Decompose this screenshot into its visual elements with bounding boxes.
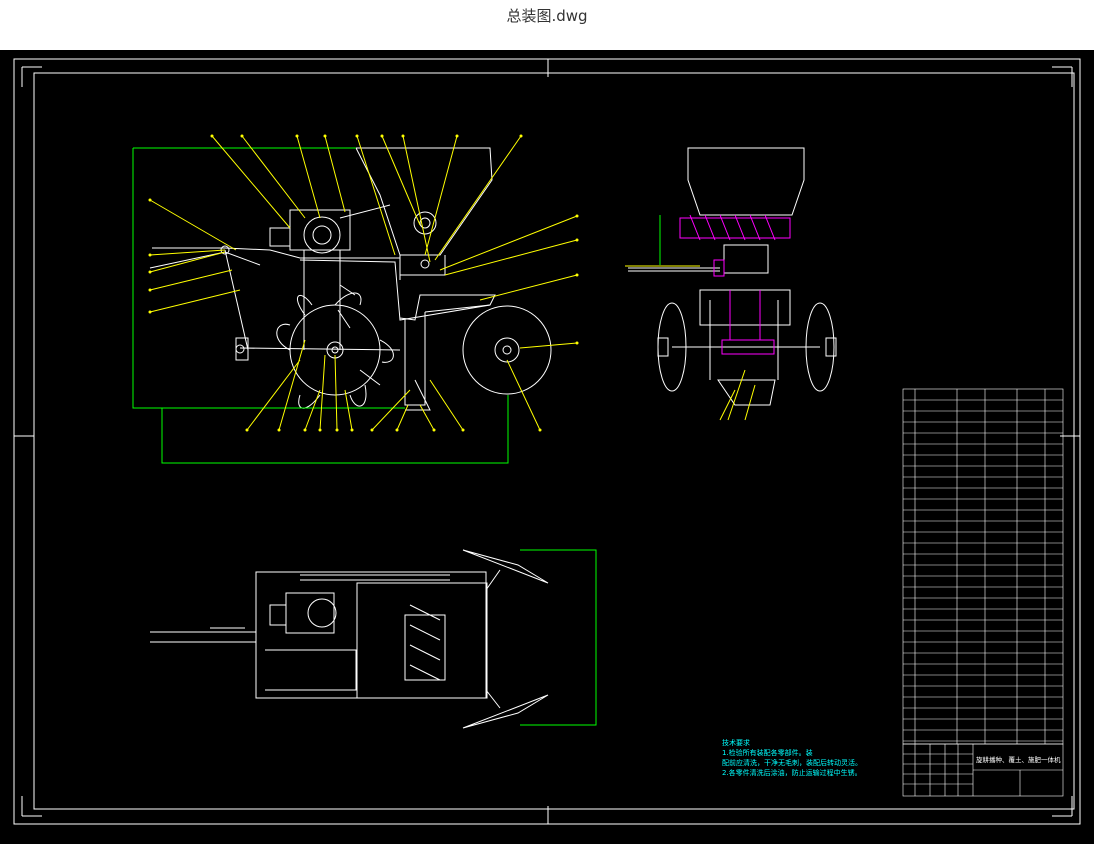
side-view-parts — [679, 214, 791, 355]
cad-drawing: 技术要求 1.检验所有装配各零部件。装 配前应清洗，干净无毛刺，装配后转动灵活。… — [13, 58, 1081, 825]
document-title: 总装图.dwg — [506, 7, 588, 25]
dwg-viewer-canvas[interactable]: 技术要求 1.检验所有装配各零部件。装 配前应清洗，干净无毛刺，装配后转动灵活。… — [0, 50, 1094, 844]
tech-notes: 技术要求 1.检验所有装配各零部件。装 配前应清洗，干净无毛刺，装配后转动灵活。… — [722, 738, 862, 777]
tech-notes-line-3: 2.各零件清洗后涂油，防止运输过程中生锈。 — [722, 768, 862, 777]
top-view — [150, 549, 549, 729]
side-view — [628, 147, 837, 406]
parts-list — [902, 388, 1064, 745]
title-block — [902, 743, 1064, 797]
front-view — [149, 147, 552, 411]
front-view-leaders — [149, 135, 578, 431]
front-view-balloons — [148, 134, 579, 432]
tech-notes-line-2: 配前应清洗，干净无毛刺，装配后转动灵活。 — [722, 758, 862, 767]
title-block-title: 旋耕播种、覆土、施肥一体机 — [976, 755, 1061, 764]
tech-notes-line-1: 1.检验所有装配各零部件。装 — [722, 748, 813, 757]
tech-notes-heading: 技术要求 — [722, 738, 750, 747]
side-view-leaders — [625, 265, 756, 421]
title-bar: 总装图.dwg — [0, 0, 1094, 50]
drawing-frame — [13, 58, 1081, 825]
